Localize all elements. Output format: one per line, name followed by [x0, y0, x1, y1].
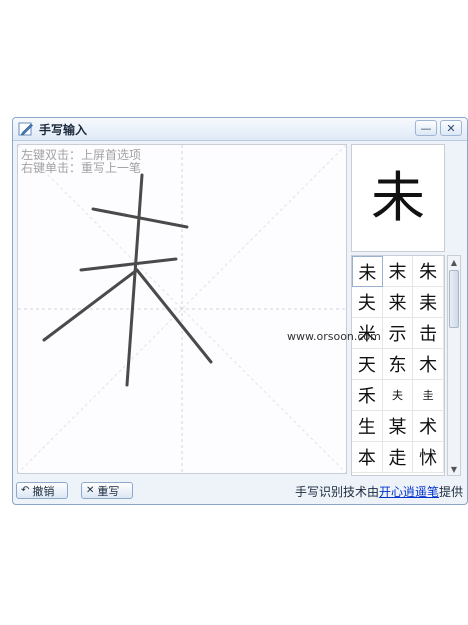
close-button[interactable]: ✕ [440, 120, 462, 136]
candidate-item[interactable]: 击 [413, 318, 444, 349]
handwriting-canvas[interactable]: 左键双击：上屏首选项 右键单击：重写上一笔 [17, 144, 347, 474]
stroke-5 [135, 268, 213, 364]
candidate-item[interactable]: 示 [382, 318, 414, 349]
pen-icon [18, 122, 33, 136]
credit-link[interactable]: 开心逍遥笔 [379, 485, 439, 499]
candidate-item[interactable]: 天 [352, 349, 383, 380]
hint-right-click: 右键单击：重写上一笔 [21, 161, 142, 175]
canvas-drawing [18, 145, 346, 473]
watermark-text: www.orsoon.com [287, 330, 381, 343]
candidate-item[interactable]: 术 [413, 411, 444, 442]
candidate-item[interactable]: 东 [382, 349, 414, 380]
candidate-item[interactable]: 某 [382, 411, 414, 442]
undo-button[interactable]: ↶ 撤销 [16, 482, 68, 499]
undo-label: 撤销 [32, 484, 55, 498]
candidate-item[interactable]: 禾 [352, 380, 383, 411]
bottom-bar: ↶ 撤销 ✕ 重写 手写识别技术由开心逍遥笔提供 [13, 478, 467, 504]
candidate-item[interactable]: 夫 [382, 380, 414, 411]
minimize-icon: — [420, 121, 432, 135]
candidate-item[interactable]: 本 [352, 442, 383, 473]
candidate-scrollbar[interactable]: ▲ ▼ [447, 255, 461, 476]
candidate-item[interactable]: 来 [382, 287, 414, 318]
candidate-grid: 未末朱夫来耒米示击天东木禾夫圭生某术本走怵 [351, 255, 445, 476]
stroke-3 [125, 173, 144, 387]
credit-suffix: 提供 [438, 485, 463, 499]
minimize-button[interactable]: — [415, 120, 437, 136]
recognized-preview: 未 [351, 144, 445, 252]
candidate-item[interactable]: 未 [352, 256, 383, 287]
clear-icon: ✕ [86, 485, 95, 496]
clear-label: 重写 [97, 484, 120, 498]
candidate-item[interactable]: 走 [382, 442, 414, 473]
scroll-down-icon[interactable]: ▼ [448, 463, 460, 475]
title-bar[interactable]: 手写输入 — ✕ [13, 118, 467, 141]
candidate-item[interactable]: 朱 [413, 256, 444, 287]
scroll-thumb[interactable] [449, 270, 459, 328]
candidate-item[interactable]: 末 [382, 256, 414, 287]
undo-icon: ↶ [21, 485, 30, 496]
candidate-item[interactable]: 耒 [413, 287, 444, 318]
stroke-2 [79, 257, 178, 272]
candidate-item[interactable]: 木 [413, 349, 444, 380]
credit-text: 手写识别技术由开心逍遥笔提供 [295, 483, 463, 500]
credit-prefix: 手写识别技术由 [294, 485, 379, 499]
handwriting-input-window: 手写输入 — ✕ 左键双击：上屏首选项 右键单击：重写上一笔 未 未末朱夫来耒米… [12, 117, 468, 505]
close-icon: ✕ [446, 121, 456, 135]
candidate-item[interactable]: 圭 [413, 380, 444, 411]
candidate-item[interactable]: 怵 [413, 442, 444, 473]
stroke-4 [42, 268, 139, 342]
preview-character: 未 [371, 166, 425, 229]
candidate-item[interactable]: 夫 [352, 287, 383, 318]
scroll-up-icon[interactable]: ▲ [448, 256, 460, 268]
window-title: 手写输入 [39, 122, 88, 137]
clear-button[interactable]: ✕ 重写 [81, 482, 133, 499]
candidate-item[interactable]: 生 [352, 411, 383, 442]
